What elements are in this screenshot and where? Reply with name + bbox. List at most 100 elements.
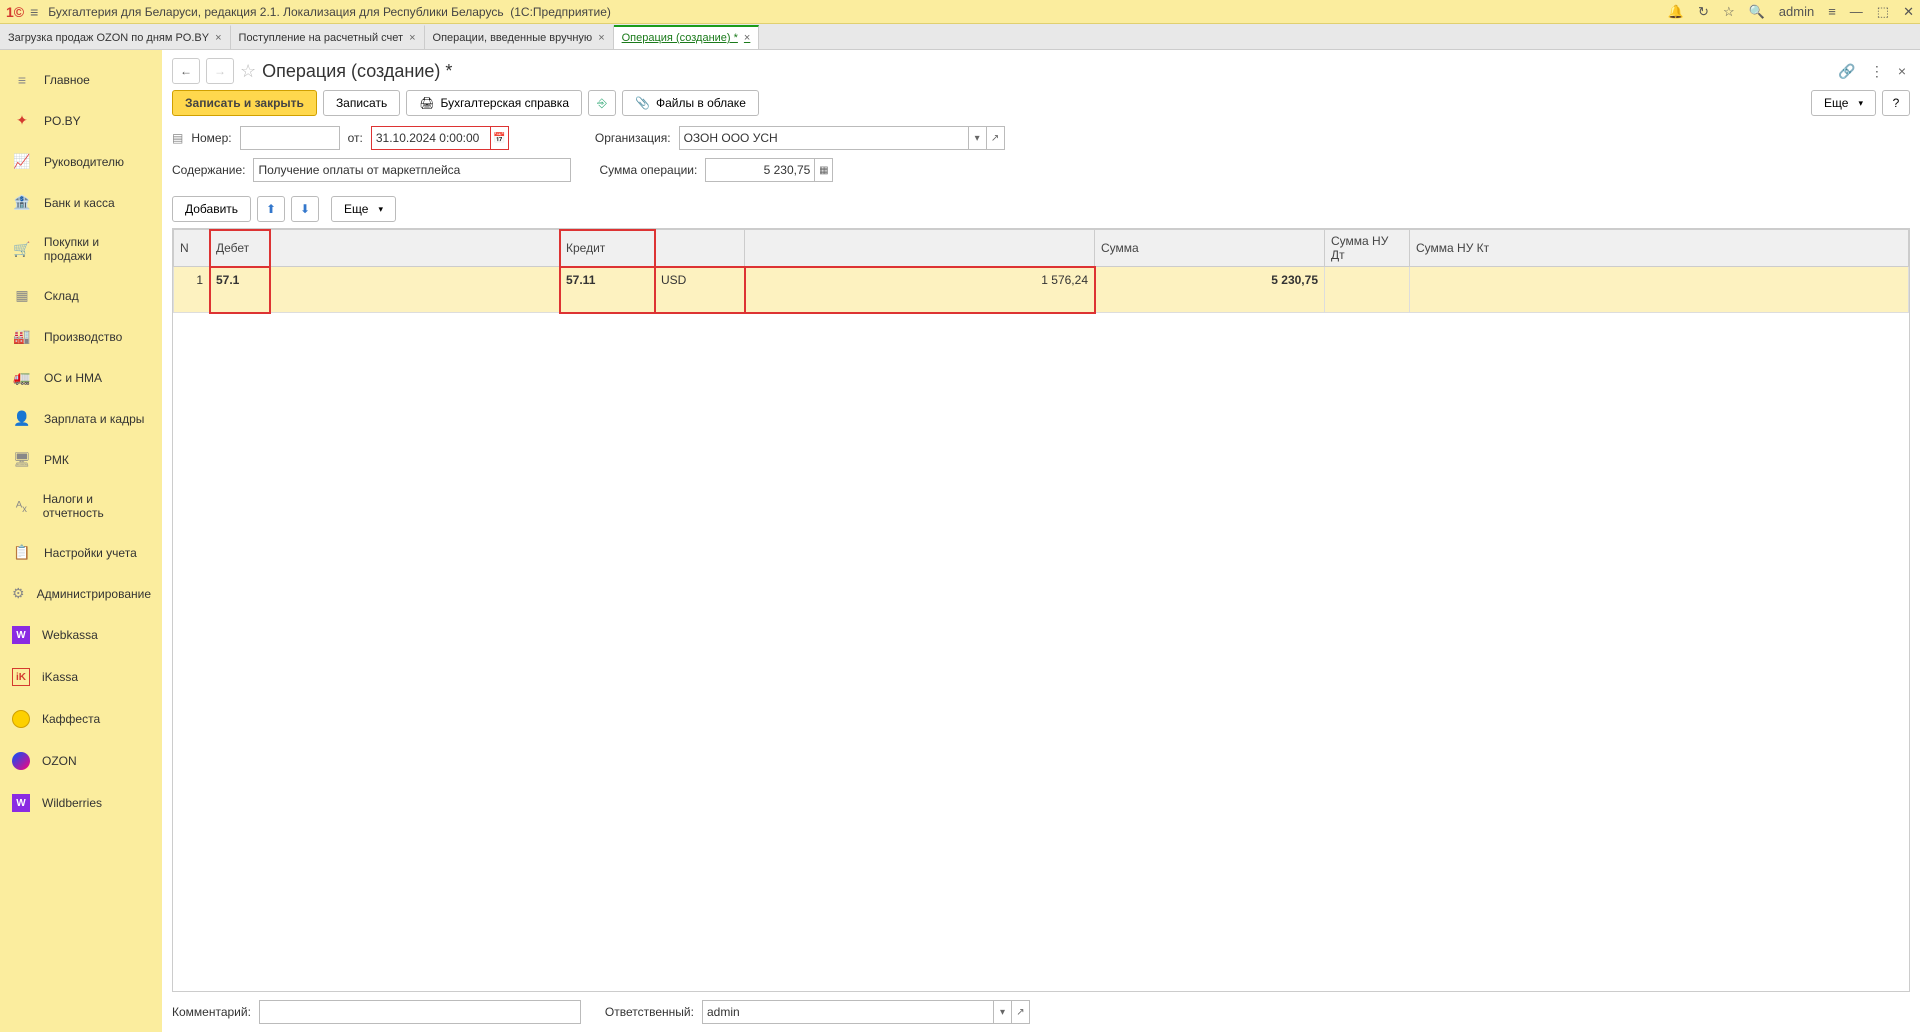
tab-close-icon[interactable]: × <box>215 32 221 44</box>
cell-credit[interactable]: 57.11 <box>560 267 655 313</box>
sidebar: ≡Главное ✦PO.BY 📈Руководителю 🏦Банк и ка… <box>0 50 162 1032</box>
webkassa-icon: W <box>12 626 30 644</box>
responsible-field[interactable]: admin▾↗ <box>702 1000 1030 1024</box>
cell-currency[interactable]: USD <box>655 267 745 313</box>
sidebar-item-wildberries[interactable]: WWildberries <box>0 782 162 824</box>
sidebar-item-webkassa[interactable]: WWebkassa <box>0 614 162 656</box>
add-row-button[interactable]: Добавить <box>172 196 251 222</box>
entries-table[interactable]: N Дебет Кредит Сумма Сумма НУ Дт Сумма Н… <box>172 228 1910 992</box>
sidebar-item-assets[interactable]: 🚛ОС и НМА <box>0 357 162 398</box>
ozon-icon <box>12 752 30 770</box>
table-row[interactable]: 1 57.1 57.11 USD 1 576,24 5 230,75 <box>174 267 1909 313</box>
open-icon[interactable]: ↗ <box>1012 1000 1030 1024</box>
col-debit[interactable]: Дебет <box>210 230 270 267</box>
form-row-content: Содержание: Получение оплаты от маркетпл… <box>172 158 1910 182</box>
sidebar-item-main[interactable]: ≡Главное <box>0 60 162 100</box>
move-down-button[interactable]: ⬇ <box>291 196 319 222</box>
tabsbar: Загрузка продаж OZON по дням PO.BY × Пос… <box>0 24 1920 50</box>
col-credit[interactable]: Кредит <box>560 230 655 267</box>
star-icon[interactable]: ☆ <box>1723 4 1735 20</box>
save-button[interactable]: Записать <box>323 90 400 116</box>
cell-nu-dt[interactable] <box>1325 267 1410 313</box>
save-close-button[interactable]: Записать и закрыть <box>172 90 317 116</box>
sidebar-item-bank[interactable]: 🏦Банк и касса <box>0 182 162 223</box>
col-debit-sub[interactable] <box>270 230 560 267</box>
dropdown-icon[interactable]: ▾ <box>994 1000 1012 1024</box>
col-n[interactable]: N <box>174 230 210 267</box>
main-menu-icon[interactable]: ≡ <box>30 4 38 20</box>
maximize-icon[interactable]: ⬚ <box>1877 4 1889 20</box>
ikassa-icon: iK <box>12 668 30 686</box>
help-button[interactable]: ? <box>1882 90 1910 116</box>
tab-close-icon[interactable]: × <box>409 32 415 44</box>
sidebar-item-rmk[interactable]: 🖥РМК <box>0 439 162 480</box>
sidebar-item-tax[interactable]: ᴬₓНалоги и отчетность <box>0 480 162 532</box>
struct-button[interactable]: ⎆ <box>588 90 616 116</box>
open-icon[interactable]: ↗ <box>987 126 1005 150</box>
nav-forward-button[interactable]: → <box>206 58 234 84</box>
more-button[interactable]: Еще <box>1811 90 1876 116</box>
dropdown-icon[interactable]: ▾ <box>969 126 987 150</box>
date-field[interactable]: 31.10.2024 0:00:00📅 <box>371 126 509 150</box>
sidebar-item-manager[interactable]: 📈Руководителю <box>0 141 162 182</box>
tab-manual-ops[interactable]: Операции, введенные вручную × <box>425 25 614 49</box>
cell-debit-sub[interactable] <box>270 267 560 313</box>
minimize-icon[interactable]: — <box>1850 4 1863 19</box>
sidebar-item-warehouse[interactable]: ▦Склад <box>0 275 162 316</box>
tab-close-icon[interactable]: × <box>744 32 750 44</box>
settings-icon[interactable]: ≡ <box>1828 4 1836 19</box>
number-field[interactable] <box>240 126 340 150</box>
sidebar-item-kaffesta[interactable]: Каффеста <box>0 698 162 740</box>
tab-income[interactable]: Поступление на расчетный счет × <box>231 25 425 49</box>
sidebar-item-sales[interactable]: 🛒Покупки и продажи <box>0 223 162 275</box>
close-icon[interactable]: ✕ <box>1903 4 1914 20</box>
col-sum[interactable]: Сумма <box>1095 230 1325 267</box>
search-icon[interactable]: 🔍 <box>1749 4 1765 20</box>
cell-nu-kt[interactable] <box>1410 267 1909 313</box>
favorite-star-icon[interactable]: ☆ <box>240 61 256 82</box>
sidebar-item-label: Wildberries <box>42 796 102 810</box>
col-sum-nu-dt[interactable]: Сумма НУ Дт <box>1325 230 1410 267</box>
sidebar-item-label: Производство <box>44 330 122 344</box>
cell-debit[interactable]: 57.1 <box>210 267 270 313</box>
col-credit-cur[interactable] <box>655 230 745 267</box>
link-icon[interactable]: 🔗 <box>1834 63 1859 80</box>
sidebar-item-admin[interactable]: ⚙Администрирование <box>0 573 162 614</box>
opsum-field[interactable]: 5 230,75▦ <box>705 158 833 182</box>
col-credit-amt[interactable] <box>745 230 1095 267</box>
cell-amount[interactable]: 1 576,24 <box>745 267 1095 313</box>
sidebar-item-hr[interactable]: 👤Зарплата и кадры <box>0 398 162 439</box>
bell-icon[interactable]: 🔔 <box>1668 4 1684 20</box>
label-from: от: <box>348 131 363 145</box>
sidebar-item-poby[interactable]: ✦PO.BY <box>0 100 162 141</box>
cell-sum[interactable]: 5 230,75 <box>1095 267 1325 313</box>
cart-icon: 🛒 <box>12 241 32 258</box>
tab-close-icon[interactable]: × <box>598 32 604 44</box>
cloud-files-button[interactable]: 📎Файлы в облаке <box>622 90 759 116</box>
table-more-button[interactable]: Еще <box>331 196 396 222</box>
sidebar-item-ozon[interactable]: OZON <box>0 740 162 782</box>
tab-op-create[interactable]: Операция (создание) * × <box>614 25 760 49</box>
sidebar-item-label: ОС и НМА <box>44 371 102 385</box>
tab-label: Поступление на расчетный счет <box>239 32 404 44</box>
sidebar-item-production[interactable]: 🏭Производство <box>0 316 162 357</box>
close-page-icon[interactable]: × <box>1894 63 1910 79</box>
comment-field[interactable] <box>259 1000 581 1024</box>
org-field[interactable]: ОЗОН ООО УСН▾↗ <box>679 126 1005 150</box>
history-icon[interactable]: ↻ <box>1698 4 1709 20</box>
user-label[interactable]: admin <box>1779 4 1814 19</box>
calc-icon[interactable]: ▦ <box>815 158 833 182</box>
label-comment: Комментарий: <box>172 1005 251 1019</box>
content-field[interactable]: Получение оплаты от маркетплейса <box>253 158 571 182</box>
grid-icon: ▦ <box>12 287 32 304</box>
col-sum-nu-kt[interactable]: Сумма НУ Кт <box>1410 230 1909 267</box>
nav-back-button[interactable]: ← <box>172 58 200 84</box>
sidebar-item-settings[interactable]: 📋Настройки учета <box>0 532 162 573</box>
cell-n[interactable]: 1 <box>174 267 210 313</box>
calendar-icon[interactable]: 📅 <box>491 126 509 150</box>
move-up-button[interactable]: ⬆ <box>257 196 285 222</box>
sidebar-item-ikassa[interactable]: iKiKassa <box>0 656 162 698</box>
acct-ref-button[interactable]: 🖨Бухгалтерская справка <box>406 90 582 116</box>
tab-ozon-load[interactable]: Загрузка продаж OZON по дням PO.BY × <box>0 25 231 49</box>
more-icon[interactable]: ⋮ <box>1866 63 1888 80</box>
